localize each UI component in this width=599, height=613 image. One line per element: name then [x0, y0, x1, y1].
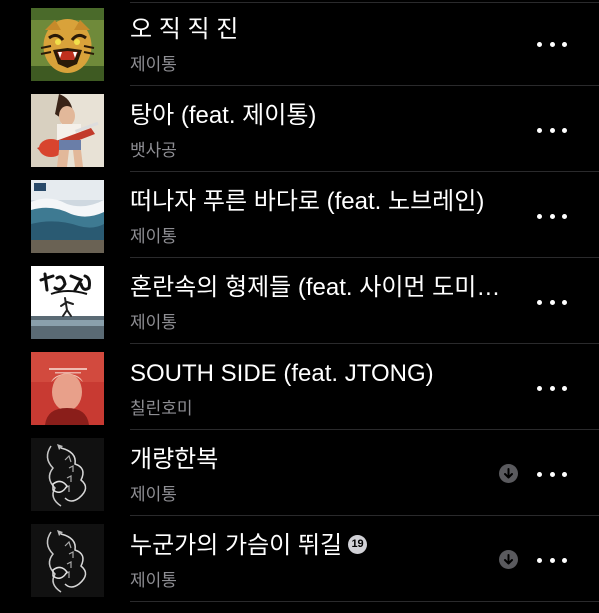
tiger-album-art	[31, 8, 104, 81]
track-row[interactable]: 떠나자 푸른 바다로 (feat. 노브레인) 제이통	[0, 172, 599, 258]
track-row[interactable]: 혼란속의 형제들 (feat. 사이먼 도미… 제이통	[0, 258, 599, 344]
track-title: 탕아 (feat. 제이통)	[130, 102, 317, 129]
track-artist: 제이통	[130, 227, 177, 246]
track-row[interactable]: 오 직 직 진 제이통	[0, 0, 599, 86]
track-artist: 뱃사공	[130, 141, 177, 160]
ellipsis-icon[interactable]	[537, 378, 567, 398]
track-row[interactable]: 개량한복 제이통	[0, 430, 599, 516]
track-title: 혼란속의 형제들 (feat. 사이먼 도미…	[130, 274, 501, 301]
track-title: 누군가의 가슴이 뛰길	[130, 532, 343, 559]
track-list: 오 직 직 진 제이통 탕아 (feat. 제이통) 뱃사공 떠나자 푸른 바다…	[0, 0, 599, 602]
explicit-19-badge: 19	[348, 535, 368, 555]
calligraphy-sky-album-art	[31, 266, 104, 339]
track-title: 오 직 직 진	[130, 16, 239, 43]
ellipsis-icon[interactable]	[537, 550, 567, 570]
track-artist: 제이통	[130, 485, 177, 504]
track-title: 떠나자 푸른 바다로 (feat. 노브레인)	[130, 188, 485, 215]
track-title: 개량한복	[130, 446, 219, 473]
row-separator	[130, 601, 599, 602]
track-artist: 제이통	[130, 313, 177, 332]
download-arrow-icon[interactable]	[499, 464, 518, 483]
dragon-fish-album-art	[31, 438, 104, 511]
red-portrait-album-art	[31, 352, 104, 425]
track-row[interactable]: 누군가의 가슴이 뛰길 19 제이통	[0, 516, 599, 602]
ellipsis-icon[interactable]	[537, 464, 567, 484]
ellipsis-icon[interactable]	[537, 206, 567, 226]
ellipsis-icon[interactable]	[537, 120, 567, 140]
download-arrow-icon[interactable]	[499, 550, 518, 569]
track-row[interactable]: SOUTH SIDE (feat. JTONG) 칠린호미	[0, 344, 599, 430]
dragon-fish-album-art	[31, 524, 104, 597]
track-artist: 제이통	[130, 55, 177, 74]
track-artist: 제이통	[130, 571, 177, 590]
track-title: SOUTH SIDE (feat. JTONG)	[130, 360, 434, 387]
track-artist: 칠린호미	[130, 399, 193, 418]
ellipsis-icon[interactable]	[537, 292, 567, 312]
ocean-wave-album-art	[31, 180, 104, 253]
ellipsis-icon[interactable]	[537, 34, 567, 54]
guitar-girl-album-art	[31, 94, 104, 167]
track-row[interactable]: 탕아 (feat. 제이통) 뱃사공	[0, 86, 599, 172]
track-title-row: 누군가의 가슴이 뛰길 19	[130, 531, 368, 561]
